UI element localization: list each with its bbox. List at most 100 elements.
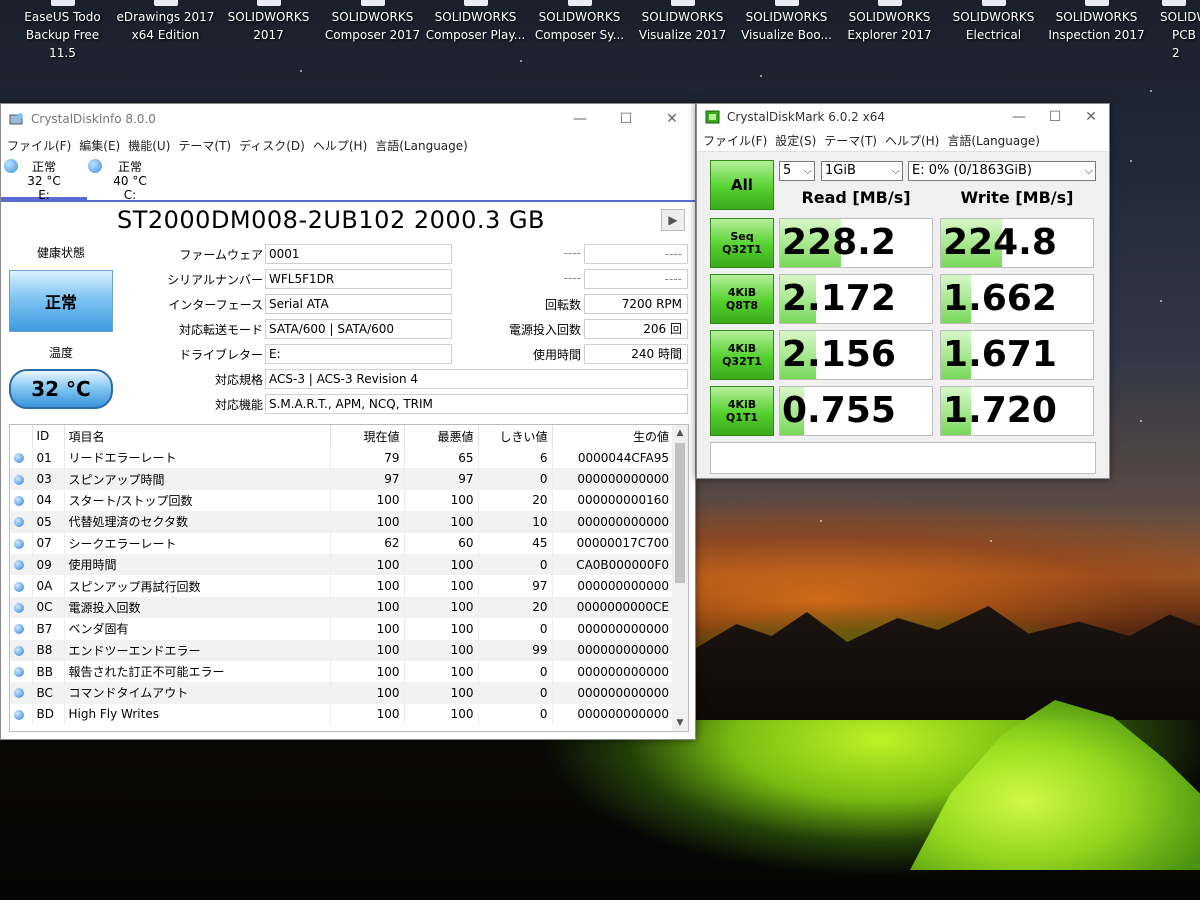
comment-field[interactable] <box>710 442 1096 474</box>
size-select[interactable]: 1GiB ⌵ <box>821 161 903 181</box>
table-row[interactable]: BD High Fly Writes 100 100 0 000000000000 <box>10 703 674 726</box>
interface-field: Serial ATA <box>265 294 452 314</box>
app-icon: 2017 <box>360 0 397 6</box>
firmware-label: ファームウェア <box>179 248 263 262</box>
status-good-icon <box>14 495 24 506</box>
desktop-icon-explorer[interactable]: 2017SOLIDWORKSExplorer 2017 <box>838 0 941 44</box>
menu-file[interactable]: ファイル(F) <box>701 132 773 149</box>
menu-settings[interactable]: 設定(S) <box>773 132 822 149</box>
app-icon: 2017 <box>877 0 914 6</box>
menu-language[interactable]: 言語(Language) <box>373 137 474 154</box>
table-row[interactable]: 0A スピンアップ再試行回数 100 100 97 000000000000 <box>10 575 674 597</box>
menu-theme[interactable]: テーマ(T) <box>176 137 237 154</box>
4k-q1t1-button[interactable]: 4KiB Q1T1 <box>710 386 774 436</box>
menu-help[interactable]: ヘルプ(H) <box>311 137 373 154</box>
next-drive-button[interactable]: ▶ <box>661 209 685 231</box>
menu-function[interactable]: 機能(U) <box>126 137 176 154</box>
status-good-icon <box>14 709 24 720</box>
col-worst[interactable]: 最悪値 <box>404 425 479 447</box>
blank-field-2: ---- <box>584 269 688 289</box>
desktop-icon-inspection[interactable]: 2017SOLIDWORKSInspection 2017 <box>1045 0 1148 44</box>
table-row[interactable]: 09 使用時間 100 100 0 CA0B000000F0 <box>10 553 674 576</box>
desktop-icon-visualize-boost[interactable]: SOLIDWORKS Visualize Boo... <box>735 0 838 44</box>
table-row[interactable]: 07 シークエラーレート 62 60 45 00000017C700 <box>10 532 674 554</box>
crystaldiskmark-window: CrystalDiskMark 6.0.2 x64 — ☐ ✕ ファイル(F) … <box>696 103 1110 479</box>
col-threshold[interactable]: しきい値 <box>478 425 553 447</box>
drive-tab-e[interactable]: 正常 32 °C E: <box>1 156 87 202</box>
menu-edit[interactable]: 編集(E) <box>77 137 126 154</box>
drive-letter-label: ドライブレター <box>178 348 263 362</box>
desktop-icon-composer-player[interactable]: 2017SOLIDWORKSComposer Play... <box>424 0 527 44</box>
run-all-button[interactable]: All <box>710 160 774 210</box>
seq-read-result: 228.2 <box>779 218 933 268</box>
transfer-mode-field: SATA/600 | SATA/600 <box>265 319 452 339</box>
menu-help[interactable]: ヘルプ(H) <box>883 132 945 149</box>
table-row[interactable]: BB 報告された訂正不可能エラー 100 100 0 000000000000 <box>10 660 674 683</box>
desktop-icon-solidworks[interactable]: 2017SOLIDWORKS2017 <box>217 0 320 44</box>
app-icon <box>670 0 695 6</box>
health-status-button[interactable]: 正常 <box>9 270 113 332</box>
temperature-label: 温度 <box>48 346 73 360</box>
close-button[interactable]: ✕ <box>649 104 695 134</box>
drive-info: 健康状態 正常 温度 32 °C ファームウェア 0001 シリアルナンバー W… <box>1 238 695 420</box>
table-row[interactable]: B7 ベンダ固有 100 100 0 000000000000 <box>10 618 674 640</box>
menu-disk[interactable]: ディスク(D) <box>237 137 311 154</box>
status-good-icon <box>4 159 18 173</box>
desktop-icon-easeus[interactable]: EaseUS Todo Backup Free 11.5 <box>11 0 114 62</box>
tent-image <box>910 700 1200 870</box>
col-attribute[interactable]: 項目名 <box>64 425 331 447</box>
close-button[interactable]: ✕ <box>1073 104 1109 130</box>
read-header: Read [MB/s] <box>801 188 911 207</box>
desktop-icon-pcb[interactable]: 2017SOLIDWPCB 2 <box>1148 0 1200 62</box>
scrollbar-thumb[interactable] <box>675 443 685 583</box>
4k-q32t1-button[interactable]: 4KiB Q32T1 <box>710 330 774 380</box>
col-current[interactable]: 現在値 <box>330 425 405 447</box>
seq-q32t1-button[interactable]: Seq Q32T1 <box>710 218 774 268</box>
count-select[interactable]: 5 ⌵ <box>779 161 815 181</box>
benchmark-panel: All 5 ⌵ 1GiB ⌵ E: 0% (0/1863GiB) ⌵ Read [MB… <box>697 152 1109 478</box>
col-id[interactable]: ID <box>32 425 65 447</box>
menu-language[interactable]: 言語(Language) <box>945 132 1046 149</box>
smart-table: ID 項目名 現在値 最悪値 しきい値 生の値 01 リードエラーレート 79 65 6… <box>9 424 689 732</box>
power-on-count-field: 206 回 <box>584 319 688 339</box>
blank-label-2: ---- <box>563 271 581 285</box>
temperature-value[interactable]: 32 °C <box>9 369 113 409</box>
drive-select[interactable]: E: 0% (0/1863GiB) ⌵ <box>908 161 1096 181</box>
col-raw[interactable]: 生の値 <box>552 425 674 447</box>
desktop-icon-composer-sync[interactable]: 2017SOLIDWORKSComposer Sy... <box>528 0 631 44</box>
table-row[interactable]: 01 リードエラーレート 79 65 6 0000044CFA95 <box>10 447 674 469</box>
drive-model: ST2000DM008-2UB102 2000.3 GB <box>116 206 546 234</box>
table-row[interactable]: 04 スタート/ストップ回数 100 100 20 000000000160 <box>10 489 674 512</box>
cdi-titlebar[interactable]: CrystalDiskInfo 8.0.0 — ☐ ✕ <box>1 104 695 134</box>
table-row[interactable]: BC コマンドタイムアウト 100 100 0 000000000000 <box>10 682 674 704</box>
desktop-icon-composer[interactable]: 2017SOLIDWORKSComposer 2017 <box>321 0 424 44</box>
app-icon: 2017 <box>567 0 604 6</box>
minimize-button[interactable]: — <box>1001 104 1037 130</box>
minimize-button[interactable]: — <box>557 104 603 134</box>
desktop-icon-electrical[interactable]: 2017SOLIDWORKSElectrical <box>942 0 1045 44</box>
app-icon: 2017 <box>463 0 500 6</box>
serial-field: WFL5F1DR <box>265 269 452 289</box>
menu-theme[interactable]: テーマ(T) <box>822 132 883 149</box>
cdm-titlebar[interactable]: CrystalDiskMark 6.0.2 x64 — ☐ ✕ <box>697 104 1109 130</box>
maximize-button[interactable]: ☐ <box>603 104 649 134</box>
chevron-down-icon[interactable]: ▼ <box>672 715 688 731</box>
menu-file[interactable]: ファイル(F) <box>5 137 77 154</box>
chevron-up-icon[interactable]: ▲ <box>672 425 688 441</box>
table-row[interactable]: B8 エンドツーエンドエラー 100 100 99 000000000000 <box>10 639 674 661</box>
4k-q32t1-read-result: 2.156 <box>779 330 933 380</box>
table-row[interactable]: 05 代替処理済のセクタ数 100 100 10 000000000000 <box>10 511 674 533</box>
table-row[interactable]: 0C 電源投入回数 100 100 20 0000000000CE <box>10 596 674 619</box>
4k-q8t8-button[interactable]: 4KiB Q8T8 <box>710 274 774 324</box>
firmware-field: 0001 <box>265 244 452 264</box>
drive-tab-c[interactable]: 正常 40 °C C: <box>87 156 173 202</box>
play-icon: ▶ <box>668 213 678 227</box>
maximize-button[interactable]: ☐ <box>1037 104 1073 130</box>
table-row[interactable]: 03 スピンアップ時間 97 97 0 000000000000 <box>10 468 674 490</box>
smart-scrollbar[interactable]: ▲ ▼ <box>672 425 688 731</box>
chevron-down-icon: ⌵ <box>1084 164 1093 177</box>
standard-field: ACS-3 | ACS-3 Revision 4 <box>265 369 688 389</box>
desktop-icon-visualize[interactable]: SOLIDWORKS Visualize 2017 <box>631 0 734 44</box>
health-label: 健康状態 <box>36 246 85 260</box>
desktop-icon-edrawings[interactable]: 2017eDrawings 2017x64 Edition <box>114 0 217 44</box>
